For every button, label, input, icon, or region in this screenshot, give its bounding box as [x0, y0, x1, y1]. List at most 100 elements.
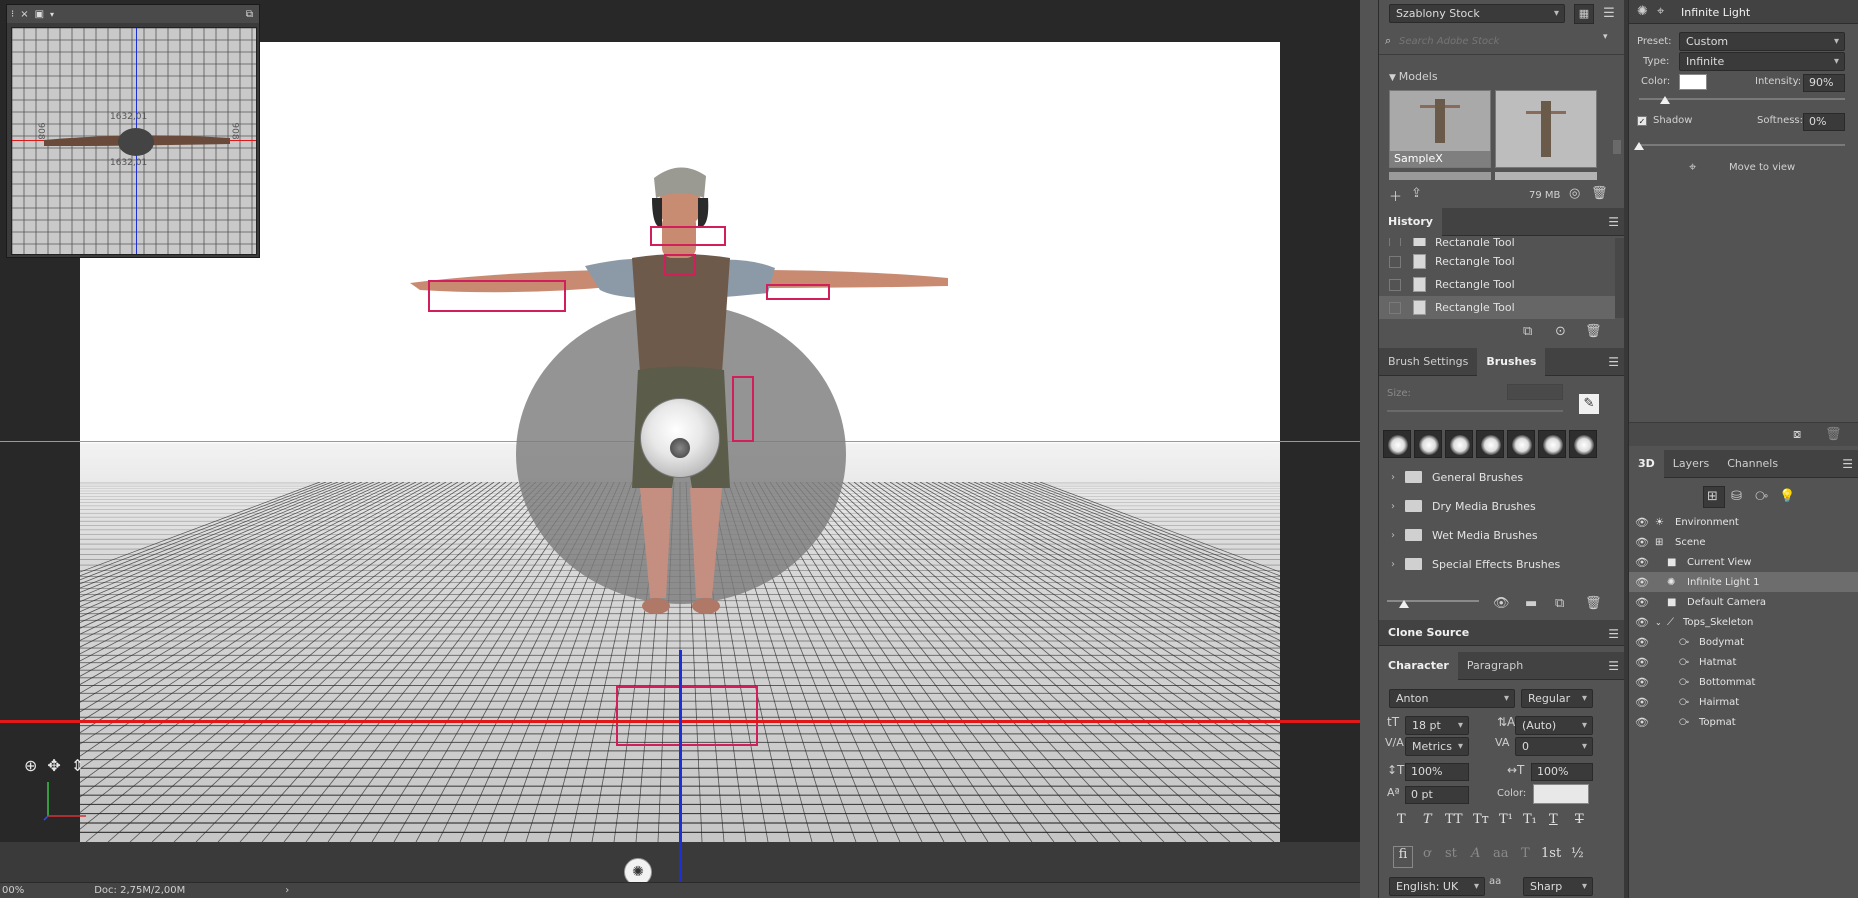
filter-meshes-icon[interactable]: ⛁: [1731, 489, 1742, 504]
doc-size[interactable]: Doc: 2,75M/2,00M: [94, 885, 185, 896]
filter-materials-icon[interactable]: ⧂: [1755, 489, 1768, 504]
brush-tip-preset[interactable]: [1445, 430, 1473, 458]
tab-paragraph[interactable]: Paragraph: [1458, 652, 1532, 680]
brush-size-field[interactable]: [1507, 384, 1563, 400]
close-icon[interactable]: ×: [20, 9, 28, 20]
scene-item-material[interactable]: 👁 ⧂ Hairmat: [1629, 692, 1858, 712]
font-size-field[interactable]: 18 pt ▾: [1405, 716, 1469, 735]
chevron-down-icon[interactable]: ⌄: [1655, 618, 1665, 627]
softness-slider-knob[interactable]: [1634, 142, 1644, 150]
softness-slider[interactable]: [1639, 144, 1845, 146]
trash-icon[interactable]: 🗑: [1591, 186, 1608, 201]
tab-character[interactable]: Character: [1379, 651, 1458, 680]
scene-item-environment[interactable]: 👁 ☀ Environment: [1629, 512, 1858, 532]
brush-tip-preset[interactable]: [1507, 430, 1535, 458]
visibility-eye-icon[interactable]: 👁: [1633, 516, 1651, 529]
brush-tip-preset[interactable]: [1414, 430, 1442, 458]
3d-viewport[interactable]: ⊕ ✥ ⇕ ✺ ⁝ × ▣ ▾ ⧉ 1632,01 1632,01 908 90…: [0, 0, 1360, 898]
library-dropdown[interactable]: Szablony Stock ▾: [1389, 4, 1565, 23]
tab-brushes[interactable]: Brushes: [1477, 347, 1546, 376]
shadow-checkbox[interactable]: ✓: [1637, 116, 1647, 126]
chevron-down-icon[interactable]: ▾: [50, 10, 54, 19]
stylistic-alternates-button[interactable]: aa: [1493, 846, 1509, 861]
new-brush-icon[interactable]: ⧉: [1555, 596, 1564, 611]
model-thumbnail-2[interactable]: [1495, 90, 1597, 168]
faux-italic-button[interactable]: T: [1423, 812, 1432, 827]
intensity-slider-knob[interactable]: [1659, 96, 1670, 104]
top-view[interactable]: 1632,01 1632,01 908 908: [11, 27, 257, 255]
selection-rect-neck[interactable]: [664, 254, 696, 276]
light-color-swatch[interactable]: [1679, 74, 1707, 90]
visibility-eye-icon[interactable]: 👁: [1633, 716, 1651, 729]
grid-view-icon[interactable]: ▦: [1574, 4, 1594, 24]
brush-folder[interactable]: › Wet Media Brushes: [1379, 522, 1615, 548]
scene-item-material[interactable]: 👁 ⧂ Bottommat: [1629, 672, 1858, 692]
brush-folder[interactable]: › Special Effects Brushes: [1379, 551, 1615, 577]
visibility-eye-icon[interactable]: 👁: [1633, 656, 1651, 669]
scene-item-skeleton[interactable]: 👁 ⌄ ⟋ Tops_Skeleton: [1629, 612, 1858, 632]
move-to-view-button[interactable]: Move to view: [1729, 162, 1795, 173]
panel-menu-icon[interactable]: ☰: [1608, 355, 1619, 369]
leading-field[interactable]: (Auto) ▾: [1515, 716, 1593, 735]
subscript-button[interactable]: T₁: [1523, 812, 1537, 827]
softness-field[interactable]: 0%: [1803, 113, 1845, 131]
font-family-dropdown[interactable]: Anton ▾: [1389, 689, 1515, 708]
trash-icon[interactable]: 🗑: [1585, 324, 1602, 339]
options-icon[interactable]: ⁝: [11, 9, 14, 20]
language-dropdown[interactable]: English: UK ▾: [1389, 877, 1485, 896]
visibility-eye-icon[interactable]: 👁: [1633, 676, 1651, 689]
visibility-eye-icon[interactable]: 👁: [1633, 556, 1651, 569]
tracking-dropdown[interactable]: 0 ▾: [1515, 737, 1593, 756]
selection-rect-face[interactable]: [650, 226, 726, 246]
panel-menu-icon[interactable]: ☰: [1608, 215, 1619, 229]
text-color-swatch[interactable]: [1533, 784, 1589, 804]
anti-aliasing-dropdown[interactable]: Sharp ▾: [1523, 877, 1593, 896]
tab-brush-settings[interactable]: Brush Settings: [1379, 348, 1477, 376]
selection-rect-right-arm[interactable]: [766, 284, 830, 300]
tab-3d[interactable]: 3D: [1629, 449, 1664, 478]
stock-search-input[interactable]: [1399, 32, 1599, 50]
kerning-dropdown[interactable]: Metrics ▾: [1405, 737, 1469, 756]
zoom-level[interactable]: 00%: [2, 885, 24, 896]
intensity-field[interactable]: 90%: [1803, 74, 1845, 92]
camera-icon[interactable]: ▣: [35, 9, 44, 20]
swash-button[interactable]: A: [1471, 846, 1480, 861]
brush-size-slider[interactable]: [1387, 410, 1563, 412]
font-style-dropdown[interactable]: Regular ▾: [1521, 689, 1593, 708]
filter-whole-scene-button[interactable]: ⊞: [1703, 486, 1725, 508]
brush-tip-preset[interactable]: [1538, 430, 1566, 458]
library-scrollbar[interactable]: [1613, 140, 1621, 154]
history-item[interactable]: Rectangle Tool: [1379, 273, 1615, 296]
scene-item-current-view[interactable]: 👁 ■ Current View: [1629, 552, 1858, 572]
brush-edit-icon[interactable]: ✎: [1579, 394, 1599, 414]
list-view-icon[interactable]: ☰: [1599, 4, 1619, 24]
visibility-eye-icon[interactable]: 👁: [1633, 636, 1651, 649]
slider-knob[interactable]: [1399, 600, 1409, 608]
panel-menu-icon[interactable]: ☰: [1608, 627, 1619, 641]
folder-icon[interactable]: ▬: [1525, 596, 1537, 611]
tab-clone-source[interactable]: Clone Source: [1379, 620, 1478, 646]
all-caps-button[interactable]: TT: [1445, 812, 1463, 827]
trash-icon[interactable]: 🗑: [1585, 596, 1602, 611]
model-thumbnail-1[interactable]: SampleX: [1389, 90, 1491, 168]
strikethrough-button[interactable]: T: [1575, 812, 1584, 827]
ligatures-button[interactable]: fi: [1393, 846, 1413, 868]
scene-item-scene[interactable]: 👁 ⊞ Scene: [1629, 532, 1858, 552]
visibility-eye-icon[interactable]: 👁: [1633, 696, 1651, 709]
move-to-view-icon[interactable]: ⌖: [1689, 160, 1696, 175]
brush-folder[interactable]: › Dry Media Brushes: [1379, 493, 1615, 519]
visibility-eye-icon[interactable]: 👁: [1633, 576, 1651, 589]
horizontal-scale-field[interactable]: 100%: [1531, 763, 1593, 781]
visibility-eye-icon[interactable]: 👁: [1633, 596, 1651, 609]
tab-layers[interactable]: Layers: [1664, 450, 1718, 478]
history-item-current[interactable]: Rectangle Tool: [1379, 296, 1615, 319]
model-thumbnail-3[interactable]: [1389, 172, 1491, 180]
selection-rect-feet[interactable]: [616, 686, 758, 746]
brush-folder[interactable]: › General Brushes: [1379, 464, 1615, 490]
light-direction-handle[interactable]: [670, 438, 690, 458]
ordinals-button[interactable]: 1st: [1541, 846, 1561, 861]
scene-item-infinite-light[interactable]: 👁 ✺ Infinite Light 1: [1629, 572, 1858, 592]
tab-history[interactable]: History: [1379, 207, 1442, 236]
visibility-eye-icon[interactable]: 👁: [1633, 616, 1651, 629]
model-thumbnail-4[interactable]: [1495, 172, 1597, 180]
